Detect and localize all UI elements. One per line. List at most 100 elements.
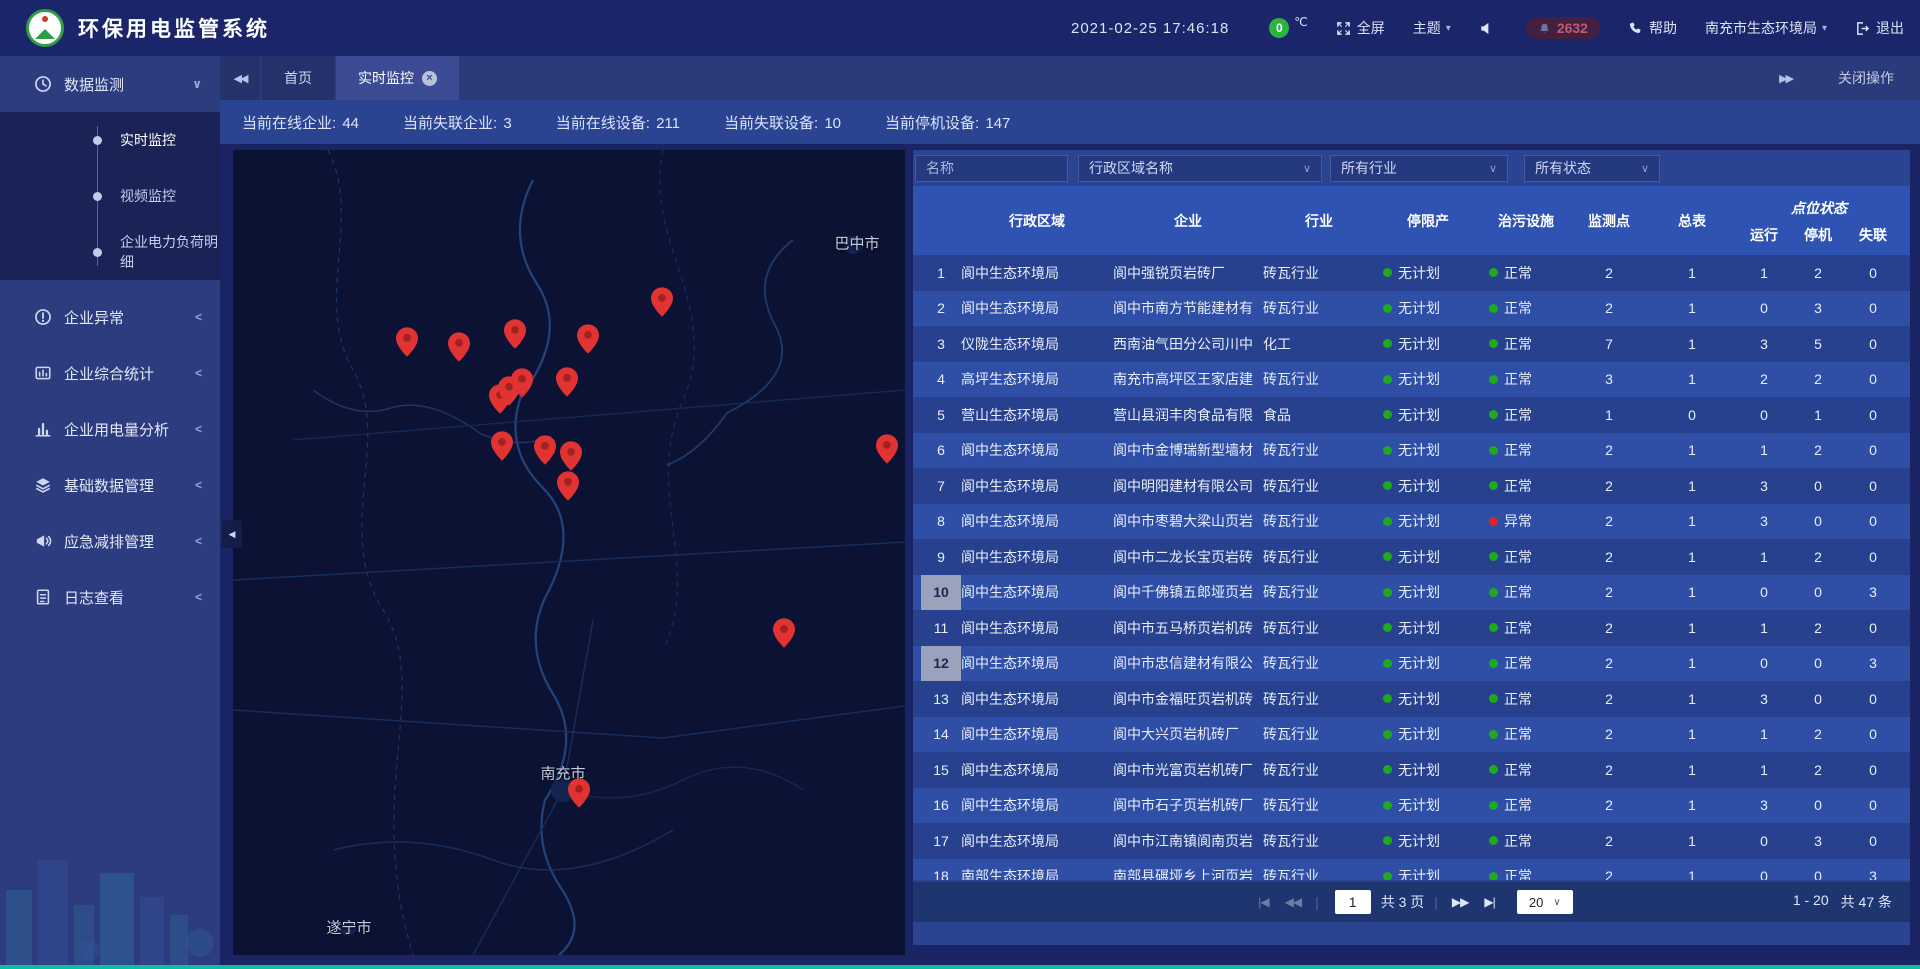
table-row[interactable]: 13阆中生态环境局阆中市金福旺页岩机砖砖瓦行业无计划正常21300 <box>913 681 1910 717</box>
top-right-toolbar: 2021-02-25 17:46:18 0 ℃ 全屏 主题 ▾ 2632 <box>1071 17 1904 39</box>
cell-region: 阆中生态环境局 <box>961 263 1113 283</box>
table-row[interactable]: 16阆中生态环境局阆中市石子页岩机砖厂砖瓦行业无计划正常21300 <box>913 788 1910 824</box>
help-button[interactable]: 帮助 <box>1628 18 1677 38</box>
table-row[interactable]: 1阆中生态环境局阆中强锐页岩砖厂砖瓦行业无计划正常21120 <box>913 255 1910 291</box>
last-page-button[interactable]: ▶| <box>1484 895 1494 909</box>
table-row[interactable]: 18南部生态环境局南部县碾垭乡上河页岩砖瓦行业无计划正常21003 <box>913 859 1910 881</box>
map-pin[interactable] <box>568 778 590 808</box>
table-row[interactable]: 17阆中生态环境局阆中市江南镇阆南页岩砖瓦行业无计划正常21030 <box>913 823 1910 859</box>
cell-facility-status: 正常 <box>1481 831 1571 851</box>
cell-running-count: 1 <box>1737 265 1791 281</box>
notification-badge[interactable]: 2632 <box>1526 17 1600 39</box>
table-row[interactable]: 5营山生态环境局营山县润丰肉食品有限食品无计划正常10010 <box>913 397 1910 433</box>
map-panel[interactable]: 巴中市南充市遂宁市 <box>233 150 905 955</box>
pager-total-label: 共 47 条 <box>1841 892 1892 912</box>
cell-industry: 砖瓦行业 <box>1263 866 1375 880</box>
region-select-value: 行政区域名称 <box>1089 158 1173 178</box>
cell-stop-status: 无计划 <box>1375 334 1481 354</box>
theme-menu[interactable]: 主题 ▾ <box>1413 18 1451 38</box>
first-page-button[interactable]: |◀ <box>1258 895 1268 909</box>
tab-item[interactable]: 实时监控× <box>336 56 459 100</box>
table-row[interactable]: 2阆中生态环境局阆中市南方节能建材有砖瓦行业无计划正常21030 <box>913 291 1910 327</box>
status-dot-green <box>1489 659 1498 668</box>
table-row[interactable]: 8阆中生态环境局阆中市枣碧大梁山页岩砖瓦行业无计划异常21300 <box>913 504 1910 540</box>
cell-company: 阆中强锐页岩砖厂 <box>1113 263 1263 283</box>
sidebar-item[interactable]: 数据监测∨ <box>0 56 220 112</box>
cell-region: 阆中生态环境局 <box>961 689 1113 709</box>
cell-monitor-count: 2 <box>1571 868 1647 880</box>
fullscreen-button[interactable]: 全屏 <box>1336 18 1385 38</box>
map-pin[interactable] <box>773 618 795 648</box>
facility-status-text: 正常 <box>1504 724 1532 744</box>
tab-close-icon[interactable]: × <box>422 71 437 86</box>
industry-select[interactable]: 所有行业 ∨ <box>1330 155 1508 182</box>
sidebar-item[interactable]: 日志查看< <box>0 569 220 625</box>
sidebar-item[interactable]: 企业综合统计< <box>0 345 220 401</box>
chevron-left-icon: < <box>195 590 202 604</box>
cell-total-meter-count: 1 <box>1647 478 1737 494</box>
cell-stop-status: 无计划 <box>1375 263 1481 283</box>
table-row[interactable]: 15阆中生态环境局阆中市光富页岩机砖厂砖瓦行业无计划正常21120 <box>913 752 1910 788</box>
status-select[interactable]: 所有状态 ∨ <box>1524 155 1660 182</box>
header-group-sub: 运行停机失联 <box>1737 225 1901 245</box>
map-pin[interactable] <box>557 471 579 501</box>
notification-count: 2632 <box>1557 20 1588 36</box>
row-index: 10 <box>921 575 961 611</box>
map-pin[interactable] <box>560 441 582 471</box>
map-pin[interactable] <box>651 287 673 317</box>
cell-stop-status: 无计划 <box>1375 369 1481 389</box>
sidebar-item[interactable]: 应急减排管理< <box>0 513 220 569</box>
map-pin[interactable] <box>876 434 898 464</box>
city-skyline-decoration <box>0 815 220 965</box>
tab-item[interactable]: 首页 <box>262 56 334 100</box>
table-row[interactable]: 4高坪生态环境局南充市高坪区王家店建砖瓦行业无计划正常31220 <box>913 362 1910 398</box>
table-row[interactable]: 11阆中生态环境局阆中市五马桥页岩机砖砖瓦行业无计划正常21120 <box>913 610 1910 646</box>
stop-status-text: 无计划 <box>1398 760 1440 780</box>
stop-status-text: 无计划 <box>1398 653 1440 673</box>
sidebar-subitem[interactable]: 视频监控 <box>0 168 220 224</box>
sidebar-subitem[interactable]: 实时监控 <box>0 112 220 168</box>
close-operations-button[interactable]: 关闭操作 <box>1838 68 1894 88</box>
sidebar-item[interactable]: 企业用电量分析< <box>0 401 220 457</box>
chevron-down-icon: ▾ <box>1822 23 1827 34</box>
cell-region: 阆中生态环境局 <box>961 547 1113 567</box>
page-number-input[interactable]: 1 <box>1335 890 1371 914</box>
cell-company: 阆中市南方节能建材有 <box>1113 298 1263 318</box>
prev-page-button[interactable]: ◀◀ <box>1285 895 1301 909</box>
table-row[interactable]: 14阆中生态环境局阆中大兴页岩机砖厂砖瓦行业无计划正常21120 <box>913 717 1910 753</box>
map-collapse-button[interactable]: ◀ <box>222 520 242 548</box>
map-pin[interactable] <box>556 367 578 397</box>
app-title: 环保用电监管系统 <box>78 13 270 43</box>
cell-stop-status: 无计划 <box>1375 795 1481 815</box>
name-search-input[interactable] <box>915 155 1068 182</box>
logout-button[interactable]: 退出 <box>1855 18 1904 38</box>
organization-menu[interactable]: 南充市生态环境局 ▾ <box>1705 18 1827 38</box>
sidebar-subitem[interactable]: 企业电力负荷明细 <box>0 224 220 280</box>
cell-stop-status: 无计划 <box>1375 298 1481 318</box>
table-row[interactable]: 7阆中生态环境局阆中明阳建材有限公司砖瓦行业无计划正常21300 <box>913 468 1910 504</box>
sidebar-item[interactable]: 基础数据管理< <box>0 457 220 513</box>
table-row[interactable]: 6阆中生态环境局阆中市金博瑞新型墙材砖瓦行业无计划正常21120 <box>913 433 1910 469</box>
map-pin[interactable] <box>511 368 533 398</box>
row-index: 14 <box>921 717 961 753</box>
sidebar-item[interactable]: 企业异常< <box>0 289 220 345</box>
next-page-button[interactable]: ▶▶ <box>1452 895 1468 909</box>
cell-offline-count: 0 <box>1845 797 1901 813</box>
cell-stop-status: 无计划 <box>1375 476 1481 496</box>
tabs-scroll-right-button[interactable]: ▶▶ <box>1779 72 1792 85</box>
map-pin[interactable] <box>534 435 556 465</box>
table-row[interactable]: 12阆中生态环境局阆中市忠信建材有限公砖瓦行业无计划正常21003 <box>913 646 1910 682</box>
map-pin[interactable] <box>448 332 470 362</box>
table-row[interactable]: 3仪陇生态环境局西南油气田分公司川中化工无计划正常71350 <box>913 326 1910 362</box>
table-row[interactable]: 10阆中生态环境局阆中千佛镇五郎垭页岩砖瓦行业无计划正常21003 <box>913 575 1910 611</box>
speaker-mute-button[interactable] <box>1479 21 1500 36</box>
region-select[interactable]: 行政区域名称 ∨ <box>1078 155 1322 182</box>
map-pin[interactable] <box>577 324 599 354</box>
table-row[interactable]: 9阆中生态环境局阆中市二龙长宝页岩砖砖瓦行业无计划正常21120 <box>913 539 1910 575</box>
map-pin[interactable] <box>504 319 526 349</box>
map-pin[interactable] <box>396 327 418 357</box>
cell-facility-status: 异常 <box>1481 511 1571 531</box>
tabs-scroll-left-button[interactable]: ◀◀ <box>220 56 260 100</box>
page-size-select[interactable]: 20 ∨ <box>1517 890 1573 914</box>
map-pin[interactable] <box>491 431 513 461</box>
